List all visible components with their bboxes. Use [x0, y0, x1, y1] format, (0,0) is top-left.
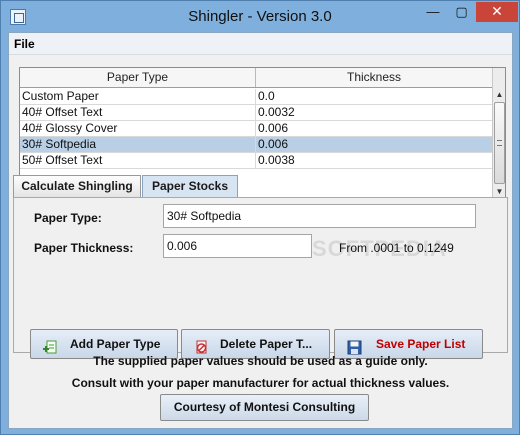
- thickness-range-hint: From .0001 to 0.1249: [339, 241, 454, 255]
- cell-paper-type: Custom Paper: [20, 89, 256, 105]
- delete-document-icon: [194, 337, 209, 354]
- cell-paper-type: 30# Softpedia: [20, 137, 256, 153]
- table-row[interactable]: 40# Glossy Cover 0.006: [20, 121, 492, 137]
- cell-paper-type: 40# Offset Text: [20, 105, 256, 121]
- courtesy-button[interactable]: Courtesy of Montesi Consulting: [160, 394, 369, 421]
- tab-calculate-shingling[interactable]: Calculate Shingling: [13, 175, 141, 197]
- column-header-thickness[interactable]: Thickness: [256, 68, 492, 87]
- consult-note: Consult with your paper manufacturer for…: [71, 376, 450, 390]
- column-header-paper-type[interactable]: Paper Type: [20, 68, 256, 87]
- cell-thickness: 0.006: [258, 121, 289, 135]
- table-row[interactable]: Custom Paper 0.0: [20, 89, 492, 105]
- cell-thickness: 0.0032: [258, 105, 295, 119]
- client-area: File Paper Type Thickness Custom Paper 0…: [8, 32, 513, 429]
- table-row[interactable]: 40# Offset Text 0.0032: [20, 105, 492, 121]
- tab-strip: Calculate Shingling Paper Stocks: [13, 175, 510, 198]
- table-header: Paper Type Thickness: [20, 68, 492, 88]
- cell-thickness: 0.006: [258, 137, 289, 151]
- paper-type-input[interactable]: 30# Softpedia: [163, 204, 476, 228]
- guide-note: The supplied paper values should be used…: [93, 354, 428, 368]
- tab-paper-stocks[interactable]: Paper Stocks: [142, 175, 238, 197]
- paper-type-label: Paper Type:: [34, 211, 102, 225]
- add-document-icon: [43, 337, 58, 354]
- scroll-up-arrow-icon[interactable]: ▲: [493, 88, 506, 101]
- table-row-selected[interactable]: 30# Softpedia 0.006: [20, 137, 492, 153]
- title-bar[interactable]: Shingler - Version 3.0 — ▢ ✕: [1, 1, 519, 33]
- maximize-button[interactable]: ▢: [448, 2, 475, 22]
- minimize-button[interactable]: —: [419, 2, 447, 22]
- table-row[interactable]: 50# Offset Text 0.0038: [20, 153, 492, 169]
- scrollbar-thumb[interactable]: [494, 102, 505, 184]
- cell-paper-type: 40# Glossy Cover: [20, 121, 256, 137]
- paper-thickness-label: Paper Thickness:: [34, 241, 134, 255]
- cell-thickness: 0.0038: [258, 153, 295, 167]
- close-button[interactable]: ✕: [476, 2, 518, 22]
- cell-paper-type: 50# Offset Text: [20, 153, 256, 169]
- menu-file[interactable]: File: [14, 37, 35, 51]
- app-window: Shingler - Version 3.0 — ▢ ✕ File Paper …: [0, 0, 520, 435]
- floppy-disk-icon: [347, 337, 362, 355]
- cell-thickness: 0.0: [258, 89, 275, 103]
- paper-thickness-input[interactable]: 0.006: [163, 234, 312, 258]
- menu-bar: File: [9, 33, 512, 55]
- paper-stocks-panel: Paper Type: 30# Softpedia Paper Thicknes…: [13, 197, 508, 359]
- grip-icon: [497, 140, 502, 146]
